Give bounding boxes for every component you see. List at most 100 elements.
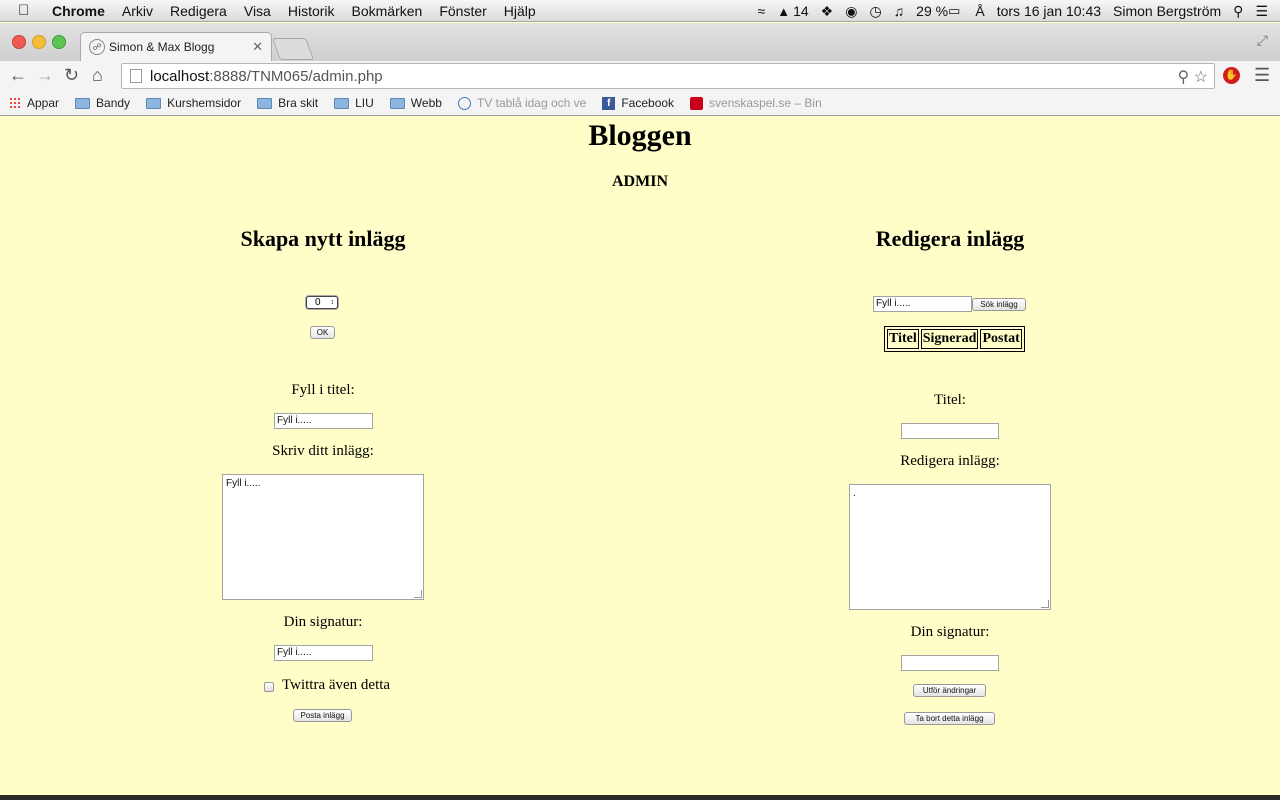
folder-icon xyxy=(257,97,273,109)
new-tab-button[interactable] xyxy=(271,38,315,60)
select-value: 0 xyxy=(315,297,321,308)
bookmark-label: Kurshemsidor xyxy=(167,96,242,110)
reload-icon[interactable]: ↻ xyxy=(64,65,79,86)
edit-body-textarea[interactable]: . xyxy=(849,484,1051,610)
save-changes-button[interactable]: Utför ändringar xyxy=(913,684,986,697)
tab-active[interactable]: ☍ Simon & Max Blogg ✕ xyxy=(80,32,272,61)
resize-grip-icon[interactable] xyxy=(414,590,422,598)
minimize-window-button[interactable] xyxy=(32,35,46,49)
menu-visa[interactable]: Visa xyxy=(244,3,271,19)
home-icon[interactable]: ⌂ xyxy=(92,65,103,86)
bookmark-kurshemsidor[interactable]: Kurshemsidor xyxy=(146,96,241,110)
bookmark-webb[interactable]: Webb xyxy=(389,96,442,110)
bookmark-facebook[interactable]: f Facebook xyxy=(602,96,674,110)
folder-icon xyxy=(389,97,405,109)
user-name[interactable]: Simon Bergström xyxy=(1113,3,1221,19)
menu-hjalp[interactable]: Hjälp xyxy=(504,3,536,19)
bookmark-label: TV tablå idag och ve xyxy=(476,96,587,110)
zoom-window-button[interactable] xyxy=(52,35,66,49)
menu-app-chrome[interactable]: Chrome xyxy=(52,3,105,19)
edit-signature-label: Din signatur: xyxy=(910,624,990,640)
clock[interactable]: tors 16 jan 10:43 xyxy=(997,3,1101,19)
folder-icon xyxy=(146,97,162,109)
url-host: localhost xyxy=(150,67,210,85)
folder-icon xyxy=(334,97,350,109)
posts-table: Titel Signerad Postat xyxy=(884,326,1025,352)
time-machine-icon[interactable]: ◷ xyxy=(869,3,881,20)
edit-title-input[interactable] xyxy=(901,423,999,439)
battery-status[interactable]: 29 % ▭ xyxy=(916,3,963,19)
column-title[interactable]: Titel xyxy=(887,329,919,349)
bookmark-bra-skit[interactable]: Bra skit xyxy=(257,96,318,110)
bookmark-star-icon[interactable]: ☆ xyxy=(1194,69,1208,86)
post-count-select[interactable]: 0 ↕ xyxy=(306,296,338,309)
search-post-input[interactable]: Fyll i..... xyxy=(873,296,972,312)
adblock-extension-icon[interactable]: ✋ xyxy=(1223,67,1240,84)
table-header-row: Titel Signerad Postat xyxy=(887,329,1022,349)
bookmark-label: svenskaspel.se – Bin xyxy=(709,96,822,110)
bookmark-tv-tabla[interactable]: TV tablå idag och ve xyxy=(457,96,587,110)
dropbox-icon[interactable]: ❖ xyxy=(821,3,834,20)
search-post-button[interactable]: Sök inlägg xyxy=(972,298,1026,311)
page-subtitle: ADMIN xyxy=(612,173,668,190)
bluetooth-icon[interactable]: Å xyxy=(975,3,984,19)
menu-historik[interactable]: Historik xyxy=(288,3,335,19)
battery-percent: 29 % xyxy=(916,3,949,19)
wifi-icon[interactable]: ◉ xyxy=(845,3,857,20)
bookmark-label: Facebook xyxy=(621,96,675,110)
adobe-updates[interactable]: ▲ 14 xyxy=(777,3,808,19)
facebook-icon: f xyxy=(602,96,616,110)
menu-fonster[interactable]: Fönster xyxy=(439,3,486,19)
signature-input[interactable]: Fyll i..... xyxy=(274,645,373,661)
tv-icon xyxy=(457,96,471,110)
fullscreen-icon[interactable]: ⤢ xyxy=(1257,32,1268,49)
folder-icon xyxy=(75,97,91,109)
spotlight-icon[interactable]: ⚲ xyxy=(1233,3,1243,20)
ok-button[interactable]: OK xyxy=(310,326,335,339)
close-tab-icon[interactable]: ✕ xyxy=(252,39,263,55)
post-button[interactable]: Posta inlägg xyxy=(293,709,352,722)
edit-signature-input[interactable] xyxy=(901,655,999,671)
bookmark-svenskaspel[interactable]: svenskaspel.se – Bin xyxy=(690,96,822,110)
body-label: Skriv ditt inlägg: xyxy=(272,443,374,459)
column-signed[interactable]: Signerad xyxy=(920,329,979,349)
tab-title: Simon & Max Blogg xyxy=(109,40,215,54)
bookmark-label: Webb xyxy=(410,96,442,110)
volume-icon[interactable]: ♫ xyxy=(894,3,905,19)
bookmark-appar[interactable]: Appar xyxy=(9,96,59,110)
title-label: Fyll i titel: xyxy=(291,382,355,398)
status-area: ≈ ▲ 14 ❖ ◉ ◷ ♫ 29 % ▭ Å tors 16 jan 10:43 … xyxy=(758,0,1280,22)
bookmarks-bar: Appar Bandy Kurshemsidor Bra skit LIU We… xyxy=(0,91,1280,116)
menu-bar:  Chrome Arkiv Redigera Visa Historik Bo… xyxy=(0,0,1280,22)
bookmark-bandy[interactable]: Bandy xyxy=(75,96,130,110)
url-path: :8888/TNM065/admin.php xyxy=(209,67,383,85)
menu-bokmarken[interactable]: Bokmärken xyxy=(352,3,423,19)
flow-icon[interactable]: ≈ xyxy=(758,3,766,19)
apple-icon[interactable]:  xyxy=(18,2,38,19)
update-count: 14 xyxy=(793,3,809,19)
page-content: Bloggen ADMIN Skapa nytt inlägg 0 ↕ OK Fy… xyxy=(0,116,1280,795)
edit-body-label: Redigera inlägg: xyxy=(900,453,1000,469)
title-input[interactable]: Fyll i..... xyxy=(274,413,373,429)
search-icon[interactable]: ⚲ xyxy=(1177,69,1189,86)
address-bar[interactable]: localhost:8888/TNM065/admin.php ⚲ ☆ xyxy=(121,63,1215,89)
bookmark-label: LIU xyxy=(355,96,374,110)
column-posted[interactable]: Postat xyxy=(980,329,1022,349)
forward-arrow-icon[interactable]: → xyxy=(36,65,54,86)
globe-icon: ☍ xyxy=(89,39,105,55)
back-arrow-icon[interactable]: ← xyxy=(9,65,27,86)
close-window-button[interactable] xyxy=(12,35,26,49)
chrome-menu-icon[interactable]: ☰ xyxy=(1254,65,1270,86)
delete-post-button[interactable]: Ta bort detta inlägg xyxy=(904,712,995,725)
page-title: Bloggen xyxy=(588,119,692,152)
tweet-checkbox[interactable] xyxy=(264,682,274,692)
edit-body-text: . xyxy=(853,488,856,499)
adobe-icon: ▲ xyxy=(777,3,791,19)
menu-arkiv[interactable]: Arkiv xyxy=(122,3,153,19)
svenskaspel-icon xyxy=(690,96,704,110)
resize-grip-icon[interactable] xyxy=(1041,600,1049,608)
bookmark-liu[interactable]: LIU xyxy=(334,96,374,110)
notification-center-icon[interactable]: ☰ xyxy=(1255,3,1268,20)
body-textarea[interactable]: Fyll i..... xyxy=(222,474,424,600)
menu-redigera[interactable]: Redigera xyxy=(170,3,227,19)
